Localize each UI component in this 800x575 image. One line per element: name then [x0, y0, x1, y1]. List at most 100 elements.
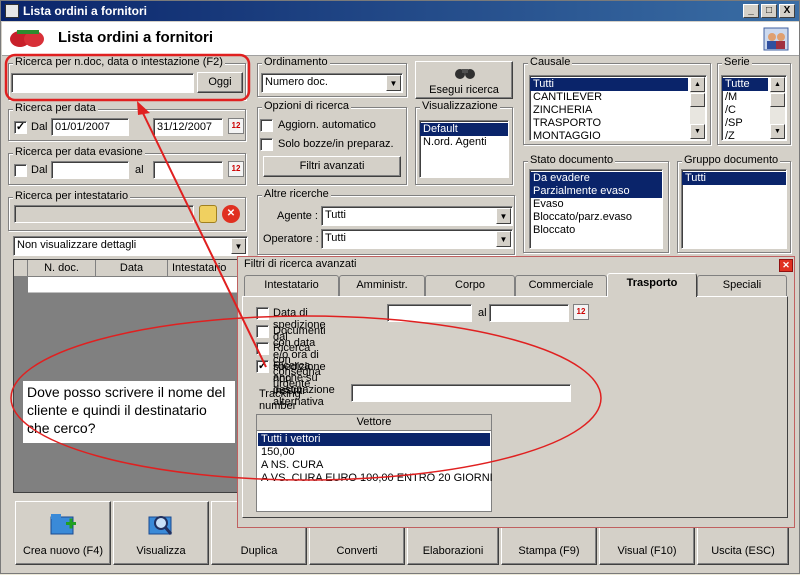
window-title: Lista ordini a fornitori [23, 4, 148, 18]
sort-select[interactable]: Numero doc. ▼ [261, 73, 403, 93]
carrier-table[interactable]: Vettore Tutti i vettori 150,00 A NS. CUR… [256, 414, 493, 512]
view-button[interactable]: Visualizza [113, 501, 209, 565]
details-select[interactable]: Non visualizzare dettagli ▼ [13, 236, 248, 256]
series-list[interactable]: Tutte /M /C /SP /Z ▲ ▼ [721, 75, 787, 141]
list-item[interactable]: TRASPORTO [530, 117, 706, 130]
ship-date-from-input[interactable] [387, 304, 472, 322]
doc-group-list[interactable]: Tutti [681, 169, 787, 249]
cause-list[interactable]: Tutti CANTILEVER ZINCHERIA TRASPORTO MON… [529, 75, 707, 141]
tracking-input[interactable] [351, 384, 571, 402]
exit-label: Uscita (ESC) [711, 545, 775, 557]
options-label: Opzioni di ricerca [262, 100, 351, 112]
col-ndoc[interactable]: N. doc. [28, 260, 96, 276]
advanced-filters-button[interactable]: Filtri avanzati [263, 156, 401, 177]
list-item[interactable]: Tutti i vettori [258, 433, 490, 446]
minimize-button[interactable]: _ [743, 4, 759, 18]
folder-icon[interactable] [199, 205, 217, 223]
agent-label: Agente : [277, 210, 318, 222]
date-checkbox[interactable]: ✓ [14, 121, 27, 134]
results-table[interactable]: N. doc. Data Intestatario [13, 259, 248, 493]
tab-speciali[interactable]: Speciali [697, 275, 787, 296]
tab-intestatario[interactable]: Intestatario [244, 275, 339, 296]
carrier-header[interactable]: Vettore [257, 415, 491, 431]
carrier-list[interactable]: Tutti i vettori 150,00 A NS. CURA A VS. … [258, 433, 493, 485]
new-folder-icon [50, 514, 76, 535]
col-data[interactable]: Data [96, 260, 168, 276]
view-label-btn: Visualizza [136, 545, 186, 557]
holder-search-input[interactable] [14, 205, 194, 223]
date-to-input[interactable]: 31/12/2007 [153, 118, 223, 136]
series-label: Serie [722, 56, 752, 68]
advanced-filters-title: Filtri di ricerca avanzati [244, 258, 357, 270]
binoculars-icon [455, 69, 475, 79]
auto-update-checkbox[interactable] [260, 119, 273, 132]
urgent-checkbox[interactable] [256, 342, 269, 355]
date-from-input[interactable]: 01/01/2007 [51, 118, 129, 136]
calendar-icon[interactable]: 12 [228, 118, 244, 134]
list-item[interactable]: CANTILEVER [530, 91, 706, 104]
tab-trasporto[interactable]: Trasporto [607, 273, 697, 297]
ship-date-checkbox[interactable] [256, 307, 269, 320]
scroll-down-icon[interactable]: ▼ [770, 124, 785, 139]
scrollbar[interactable]: ▲ ▼ [690, 77, 705, 139]
doc-status-list[interactable]: Da evadere Parzialmente evaso Evaso Bloc… [529, 169, 663, 249]
tab-amministr[interactable]: Amministr. [339, 275, 425, 296]
ship-date-al-label: al [478, 307, 487, 319]
sort-label: Ordinamento [262, 56, 330, 68]
search-doc-input[interactable] [11, 73, 194, 93]
execute-search-button[interactable]: Esegui ricerca [415, 61, 513, 99]
evasion-from-input[interactable] [51, 161, 129, 179]
calendar-icon[interactable]: 12 [228, 161, 244, 177]
list-item[interactable]: Bloccato [530, 224, 662, 237]
scroll-up-icon[interactable]: ▲ [690, 77, 705, 92]
view-list[interactable]: Default N.ord. Agenti [419, 120, 509, 178]
maximize-button[interactable]: □ [761, 4, 777, 18]
page-title: Lista ordini a fornitori [58, 29, 214, 46]
clear-icon[interactable]: ✕ [222, 205, 240, 223]
create-new-button[interactable]: Crea nuovo (F4) [15, 501, 111, 565]
list-item[interactable]: 150,00 [258, 446, 490, 459]
list-item[interactable]: Tutti [682, 172, 786, 185]
list-item[interactable]: MONTAGGIO [530, 130, 706, 140]
doc-group-label: Gruppo documento [682, 154, 781, 166]
list-item[interactable]: A NS. CURA [258, 459, 490, 472]
ship-date-to-input[interactable] [489, 304, 569, 322]
list-item[interactable]: Parzialmente evaso [530, 185, 662, 198]
scroll-down-icon[interactable]: ▼ [690, 124, 705, 139]
chevron-down-icon[interactable]: ▼ [386, 75, 401, 91]
scroll-up-icon[interactable]: ▲ [770, 77, 785, 92]
list-item[interactable]: Default [420, 123, 508, 136]
view-label: Visualizzazione [420, 100, 500, 112]
tab-commerciale[interactable]: Commerciale [515, 275, 607, 296]
agent-select[interactable]: Tutti ▼ [321, 206, 513, 226]
drafts-label: Solo bozze/in preparaz. [278, 138, 394, 150]
scrollbar[interactable]: ▲ ▼ [770, 77, 785, 139]
col-intestatario[interactable]: Intestatario [168, 260, 248, 276]
list-item[interactable]: Bloccato/parz.evaso [530, 211, 662, 224]
close-icon[interactable]: ✕ [779, 259, 793, 272]
chevron-down-icon[interactable]: ▼ [231, 238, 246, 254]
scroll-thumb[interactable] [770, 93, 785, 107]
list-item[interactable]: Tutte [722, 78, 768, 91]
drafts-checkbox[interactable] [260, 138, 273, 151]
list-item[interactable]: N.ord. Agenti [420, 136, 508, 149]
no-ship-date-checkbox[interactable] [256, 325, 269, 338]
table-row[interactable] [28, 277, 247, 293]
list-item[interactable]: Da evadere [530, 172, 662, 185]
list-item[interactable]: Evaso [530, 198, 662, 211]
scroll-thumb[interactable] [690, 93, 705, 107]
chevron-down-icon[interactable]: ▼ [496, 208, 511, 224]
tab-corpo[interactable]: Corpo [425, 275, 515, 296]
evasion-checkbox[interactable] [14, 164, 27, 177]
operator-select[interactable]: Tutti ▼ [321, 229, 513, 249]
list-item[interactable]: Tutti [530, 78, 688, 91]
close-button[interactable]: X [779, 4, 795, 18]
users-icon[interactable] [762, 24, 790, 52]
alt-destination-checkbox[interactable]: ✓ [256, 360, 269, 373]
evasion-to-input[interactable] [153, 161, 223, 179]
today-button[interactable]: Oggi [197, 72, 243, 93]
list-item[interactable]: ZINCHERIA [530, 104, 706, 117]
calendar-icon[interactable]: 12 [573, 304, 589, 320]
list-item[interactable]: A VS. CURA EURO 100,00 ENTRO 20 GIORNI [258, 472, 493, 485]
chevron-down-icon[interactable]: ▼ [496, 231, 511, 247]
